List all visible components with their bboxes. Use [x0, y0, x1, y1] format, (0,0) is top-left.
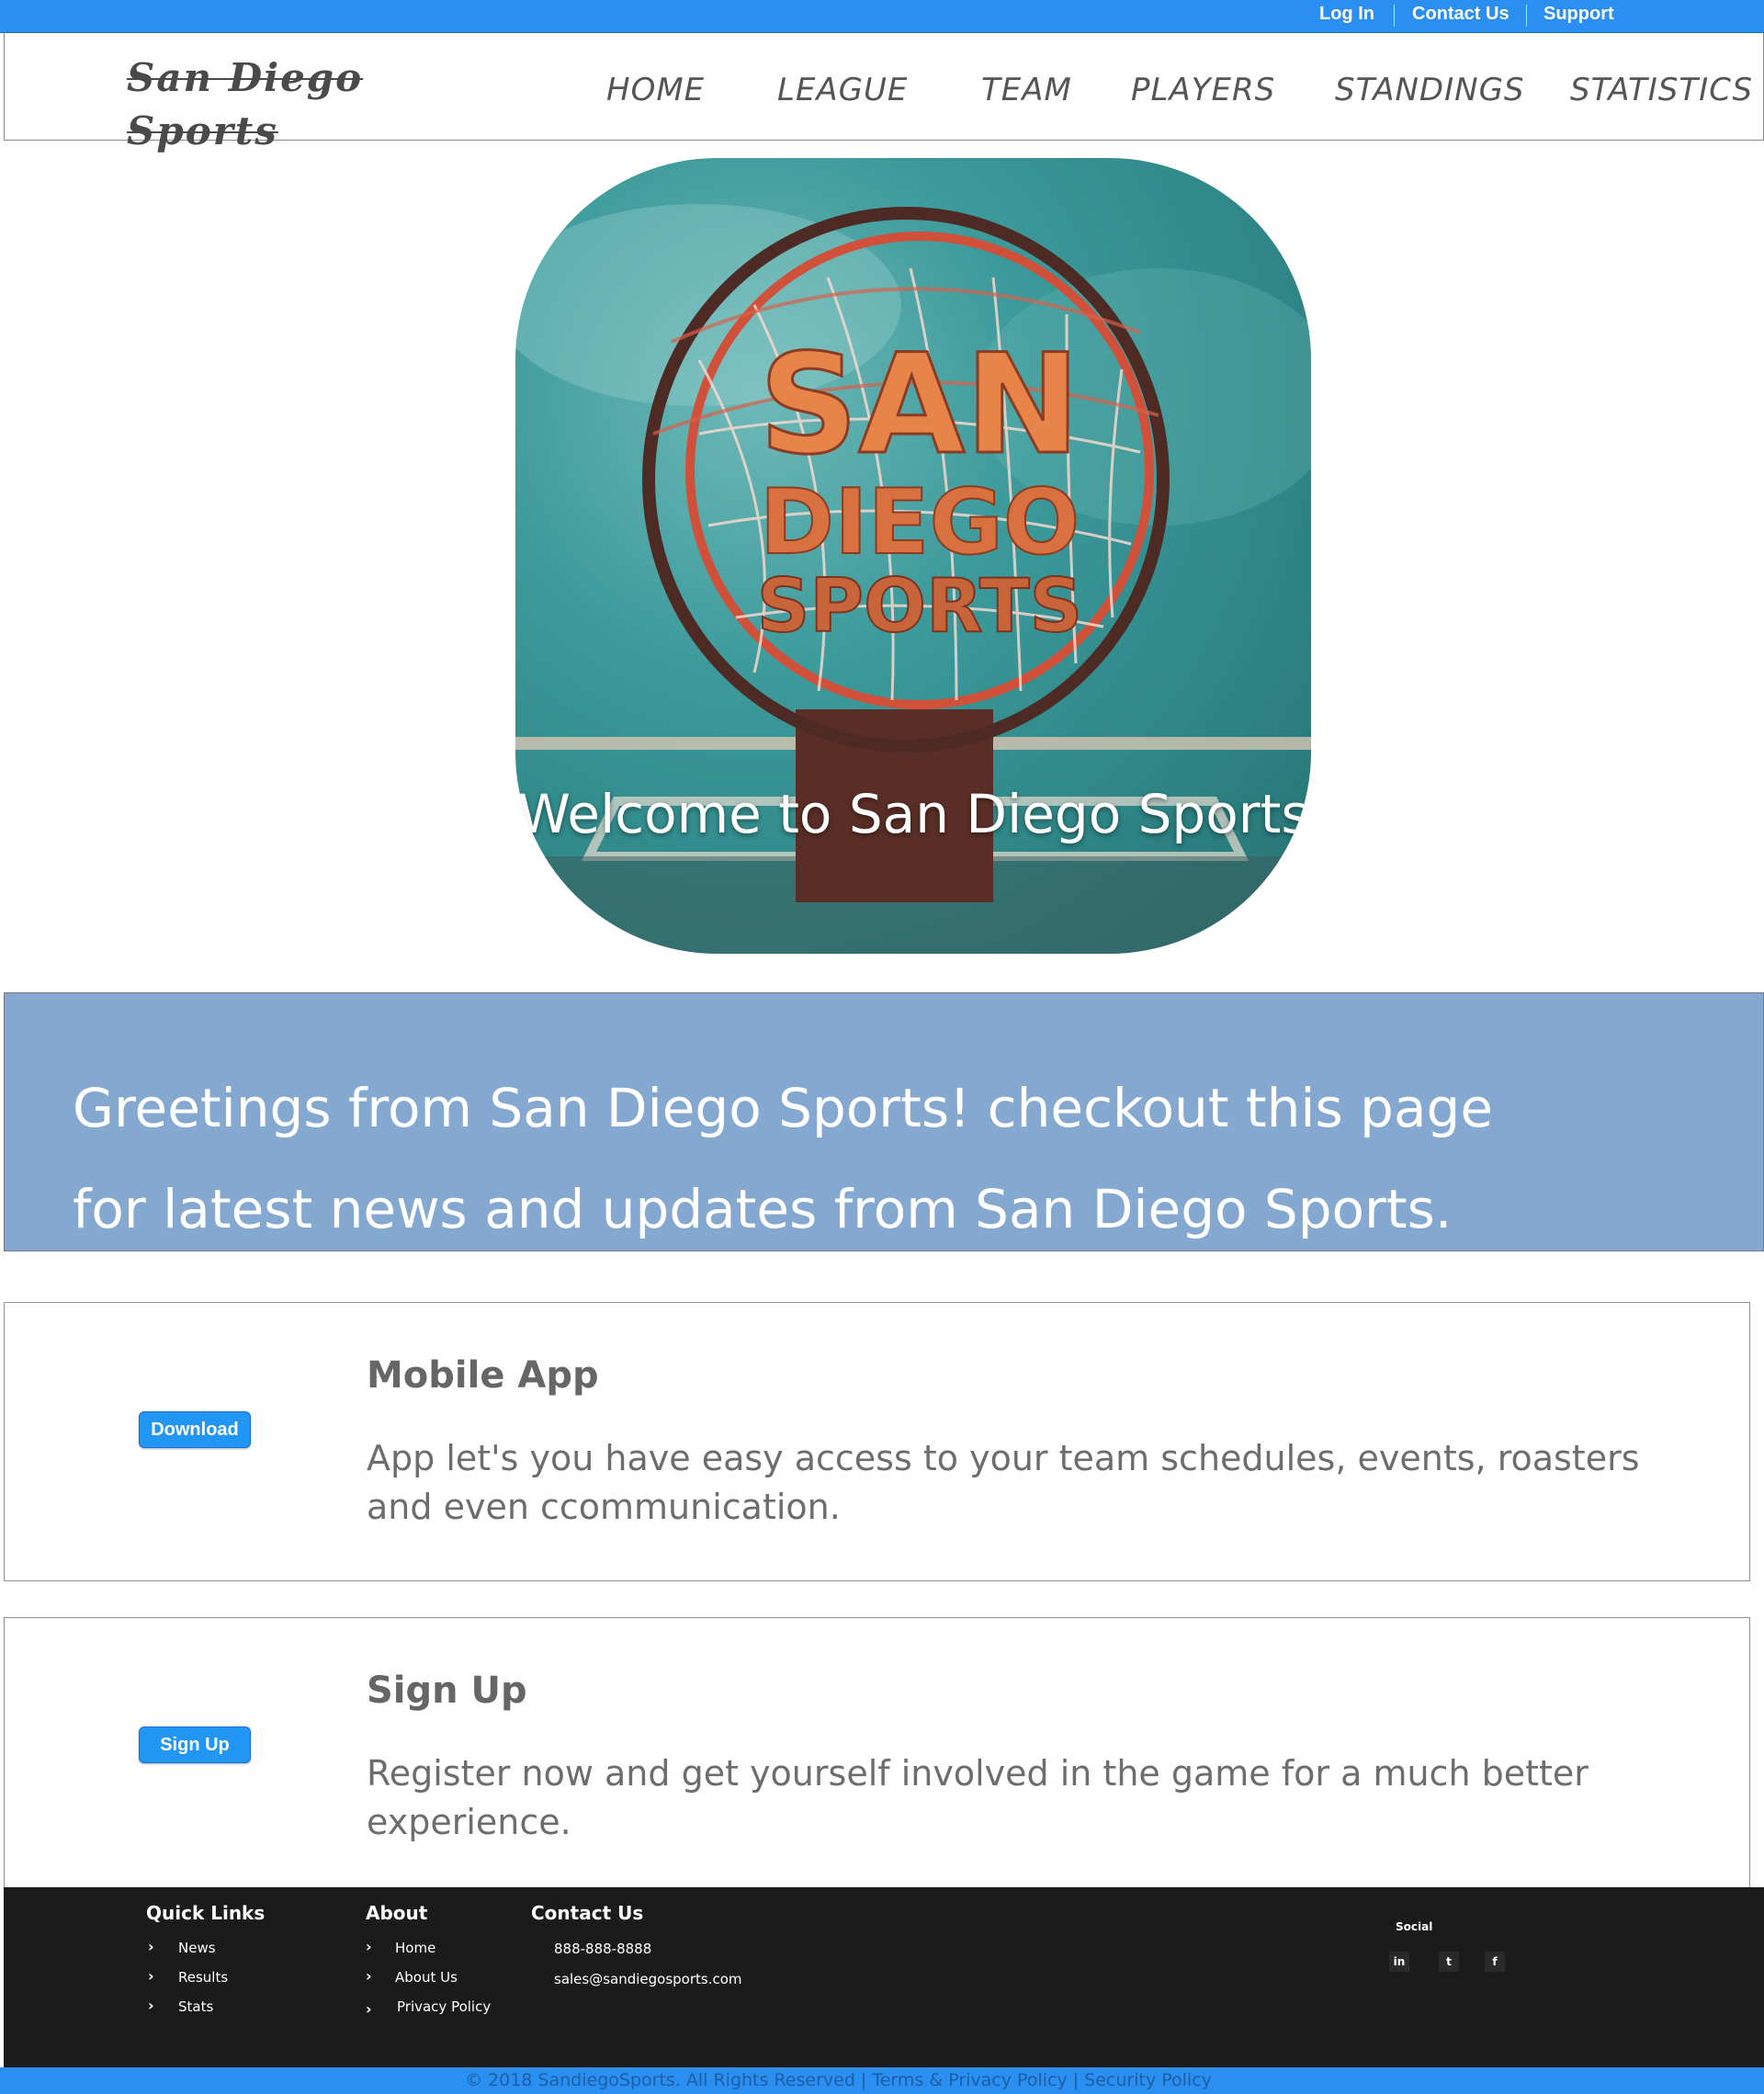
chevron-right-icon: ›: [148, 1997, 154, 2014]
copyright-bar: © 2018 SandiegoSports. All Rights Reserv…: [0, 2067, 1764, 2094]
nav-home[interactable]: HOME: [606, 72, 705, 108]
login-link[interactable]: Log In: [1319, 4, 1374, 25]
mobile-app-description: App let's you have easy access to your t…: [367, 1438, 1640, 1527]
footer-link-privacy-policy[interactable]: Privacy Policy: [397, 1998, 491, 2015]
about-title: About: [366, 1902, 428, 1924]
hero-caption: Welcome to San Diego Sports: [517, 783, 1309, 845]
footer-link-news[interactable]: News: [178, 1940, 216, 1956]
download-button[interactable]: Download: [139, 1411, 251, 1448]
hero-logo-sports: SPORTS: [757, 563, 1082, 649]
nav-team[interactable]: TEAM: [981, 72, 1072, 108]
site-footer: Quick Links › News › Results › Stats Abo…: [4, 1887, 1764, 2067]
facebook-icon[interactable]: f: [1485, 1952, 1505, 1972]
chevron-right-icon: ›: [366, 2000, 372, 2018]
signup-title: Sign Up: [367, 1670, 527, 1712]
greeting-banner: Greetings from San Diego Sports! checkou…: [4, 992, 1764, 1251]
footer-link-home[interactable]: Home: [395, 1940, 435, 1956]
signup-card: Sign Up Sign Up Register now and get you…: [4, 1617, 1750, 1887]
top-bar-divider: [1526, 5, 1527, 27]
nav-standings[interactable]: STANDINGS: [1335, 72, 1525, 108]
chevron-right-icon: ›: [366, 1967, 372, 1985]
footer-link-stats[interactable]: Stats: [178, 1998, 213, 2015]
quick-links-title: Quick Links: [146, 1902, 266, 1924]
mobile-app-title: Mobile App: [367, 1354, 599, 1397]
contact-us-title: Contact Us: [531, 1902, 644, 1924]
mobile-app-card: Download Mobile App App let's you have e…: [4, 1302, 1750, 1581]
hero-image: SAN DIEGO SPORTS Welcome to San Diego Sp…: [515, 158, 1311, 954]
top-bar: Log In Contact Us Support: [0, 0, 1764, 33]
social-title: Social: [1396, 1920, 1433, 1933]
twitter-icon[interactable]: t: [1439, 1952, 1459, 1972]
footer-link-about-us[interactable]: About Us: [395, 1969, 458, 1986]
nav-league[interactable]: LEAGUE: [777, 72, 908, 108]
signup-button[interactable]: Sign Up: [139, 1726, 251, 1763]
top-bar-divider: [1394, 5, 1395, 27]
linkedin-icon[interactable]: in: [1389, 1952, 1409, 1972]
hero-logo-diego: DIEGO: [760, 470, 1080, 575]
contact-phone[interactable]: 888-888-8888: [554, 1941, 651, 1957]
site-logo[interactable]: San Diego Sports: [127, 51, 393, 158]
support-link[interactable]: Support: [1544, 4, 1614, 25]
chevron-right-icon: ›: [148, 1967, 154, 1985]
contact-us-link[interactable]: Contact Us: [1412, 4, 1510, 25]
logo-line-1: San Diego: [127, 55, 364, 100]
chevron-right-icon: ›: [366, 1938, 372, 1955]
nav-statistics[interactable]: STATISTICS: [1570, 72, 1753, 108]
greeting-text: Greetings from San Diego Sports! checkou…: [73, 1077, 1494, 1240]
copyright-text: © 2018 SandiegoSports. All Rights Reserv…: [465, 2070, 1212, 2090]
contact-email[interactable]: sales@sandiegosports.com: [554, 1971, 742, 1987]
logo-line-2: Sports: [127, 108, 278, 153]
chevron-right-icon: ›: [148, 1938, 154, 1955]
signup-description: Register now and get yourself involved i…: [367, 1753, 1589, 1842]
nav-players[interactable]: PLAYERS: [1131, 72, 1275, 108]
hero-logo-san: SAN: [759, 325, 1080, 485]
footer-link-results[interactable]: Results: [178, 1969, 228, 1986]
